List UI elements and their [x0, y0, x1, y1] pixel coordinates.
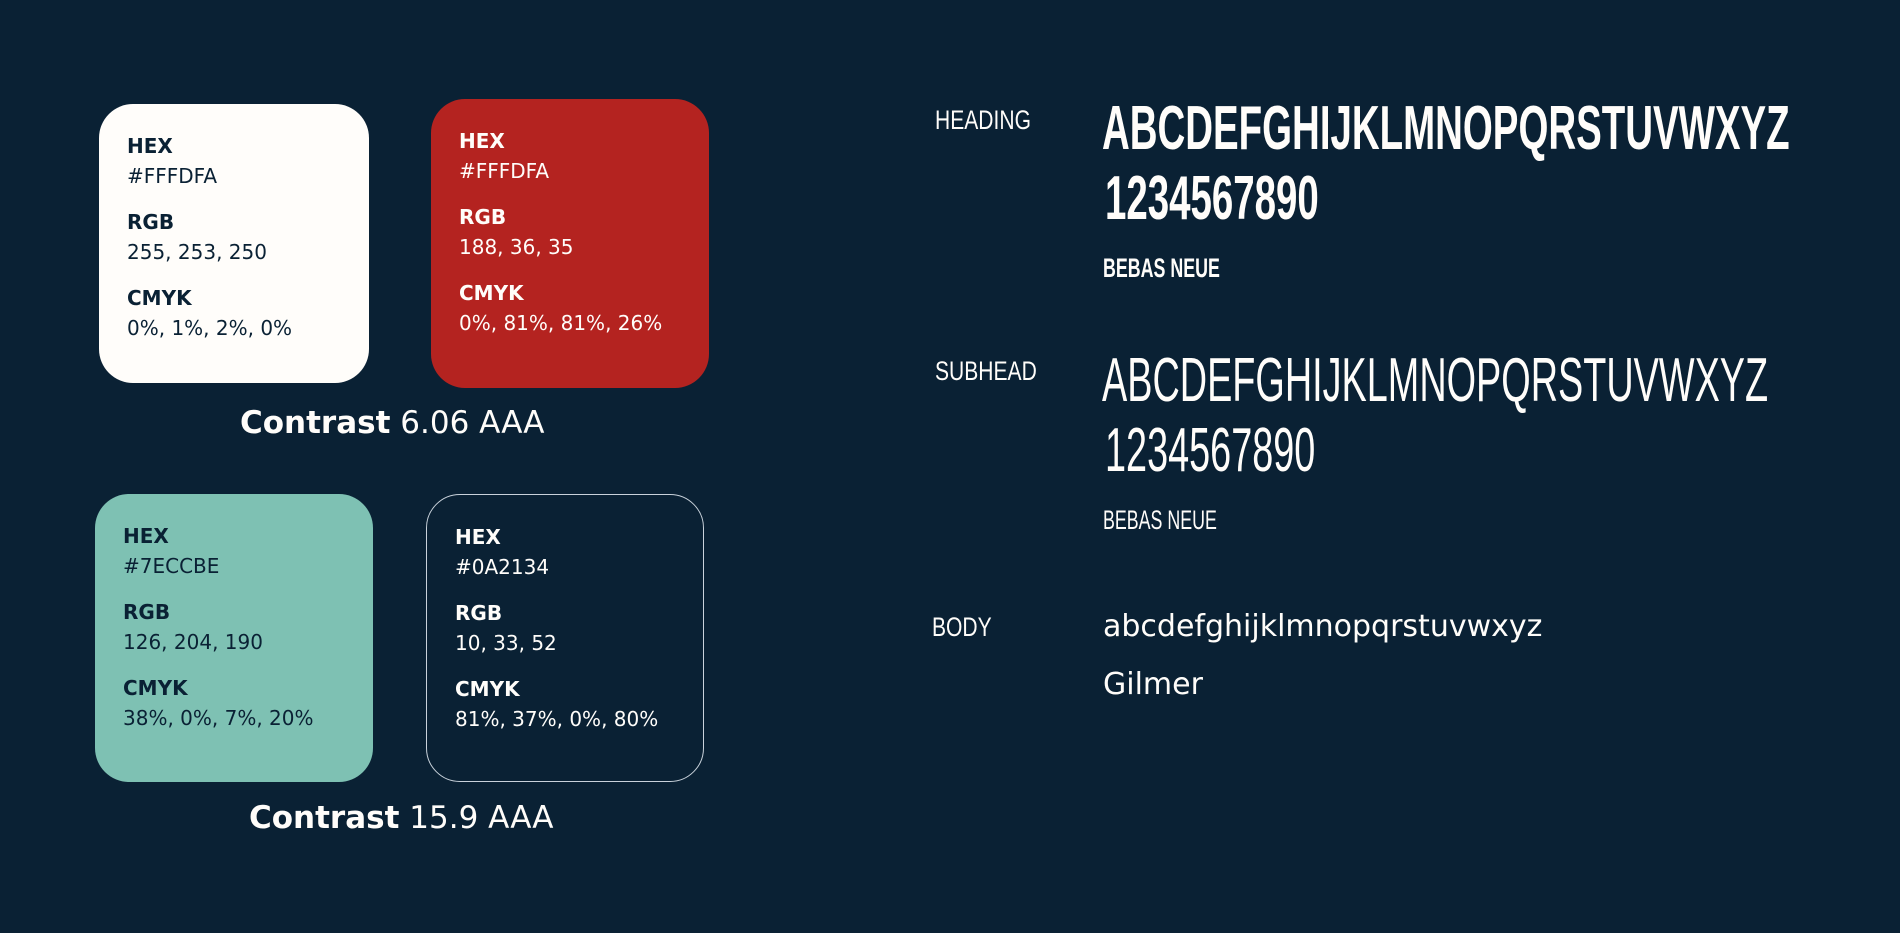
heading-alphabet-sample: ABCDEFGHIJKLMNOPQRSTUVWXYZ — [1102, 94, 1790, 163]
rgb-value: 255, 253, 250 — [127, 240, 267, 264]
rgb-group: RGB 188, 36, 35 — [459, 205, 681, 259]
rgb-label: RGB — [459, 205, 507, 229]
contrast-rating-2: Contrast 15.9 AAA — [249, 800, 554, 836]
cmyk-value: 38%, 0%, 7%, 20% — [123, 706, 314, 730]
hex-group: HEX #FFFDFA — [127, 134, 341, 188]
swatch-card-navy: HEX #0A2134 RGB 10, 33, 52 CMYK 81%, 37%… — [426, 494, 704, 782]
subhead-numbers-sample: 1234567890 — [1105, 416, 1316, 485]
rgb-label: RGB — [455, 601, 503, 625]
cmyk-value: 81%, 37%, 0%, 80% — [455, 707, 659, 731]
hex-value: #FFFDFA — [459, 159, 550, 183]
rgb-value: 10, 33, 52 — [455, 631, 557, 655]
hex-value: #FFFDFA — [127, 164, 218, 188]
hex-value: #0A2134 — [455, 555, 550, 579]
subhead-alphabet-sample: ABCDEFGHIJKLMNOPQRSTUVWXYZ — [1102, 346, 1769, 415]
subhead-style-label: SUBHEAD — [935, 356, 1037, 386]
heading-font-name: BEBAS NEUE — [1103, 253, 1220, 283]
hex-group: HEX #FFFDFA — [459, 129, 681, 183]
hex-group: HEX #0A2134 — [455, 525, 675, 579]
heading-numbers-sample: 1234567890 — [1105, 164, 1319, 233]
rgb-label: RGB — [127, 210, 175, 234]
contrast-label: Contrast — [249, 800, 400, 836]
hex-label: HEX — [127, 134, 173, 158]
hex-group: HEX #7ECCBE — [123, 524, 345, 578]
cmyk-group: CMYK 0%, 81%, 81%, 26% — [459, 281, 681, 335]
heading-style-label: HEADING — [935, 105, 1031, 135]
cmyk-value: 0%, 1%, 2%, 0% — [127, 316, 293, 340]
cmyk-group: CMYK 0%, 1%, 2%, 0% — [127, 286, 341, 340]
cmyk-group: CMYK 81%, 37%, 0%, 80% — [455, 677, 675, 731]
swatch-card-red: HEX #FFFDFA RGB 188, 36, 35 CMYK 0%, 81%… — [431, 99, 709, 388]
hex-label: HEX — [455, 525, 501, 549]
contrast-value: 15.9 AAA — [409, 800, 554, 836]
brand-style-sheet: HEX #FFFDFA RGB 255, 253, 250 CMYK 0%, 1… — [0, 0, 1900, 933]
contrast-value: 6.06 AAA — [400, 405, 545, 441]
hex-label: HEX — [123, 524, 169, 548]
cmyk-label: CMYK — [455, 677, 520, 701]
rgb-group: RGB 10, 33, 52 — [455, 601, 675, 655]
rgb-group: RGB 255, 253, 250 — [127, 210, 341, 264]
rgb-label: RGB — [123, 600, 171, 624]
body-style-label: BODY — [932, 612, 992, 642]
cmyk-label: CMYK — [123, 676, 188, 700]
cmyk-value: 0%, 81%, 81%, 26% — [459, 311, 663, 335]
rgb-group: RGB 126, 204, 190 — [123, 600, 345, 654]
swatch-card-teal: HEX #7ECCBE RGB 126, 204, 190 CMYK 38%, … — [95, 494, 373, 782]
rgb-value: 126, 204, 190 — [123, 630, 263, 654]
contrast-label: Contrast — [240, 405, 391, 441]
cmyk-label: CMYK — [459, 281, 524, 305]
cmyk-label: CMYK — [127, 286, 192, 310]
swatch-card-cream: HEX #FFFDFA RGB 255, 253, 250 CMYK 0%, 1… — [99, 104, 369, 383]
contrast-rating-1: Contrast 6.06 AAA — [240, 405, 545, 441]
body-font-name: Gilmer — [1103, 667, 1203, 702]
cmyk-group: CMYK 38%, 0%, 7%, 20% — [123, 676, 345, 730]
rgb-value: 188, 36, 35 — [459, 235, 574, 259]
hex-label: HEX — [459, 129, 505, 153]
body-alphabet-sample: abcdefghijklmnopqrstuvwxyz — [1103, 609, 1543, 644]
hex-value: #7ECCBE — [123, 554, 220, 578]
subhead-font-name: BEBAS NEUE — [1103, 505, 1217, 535]
